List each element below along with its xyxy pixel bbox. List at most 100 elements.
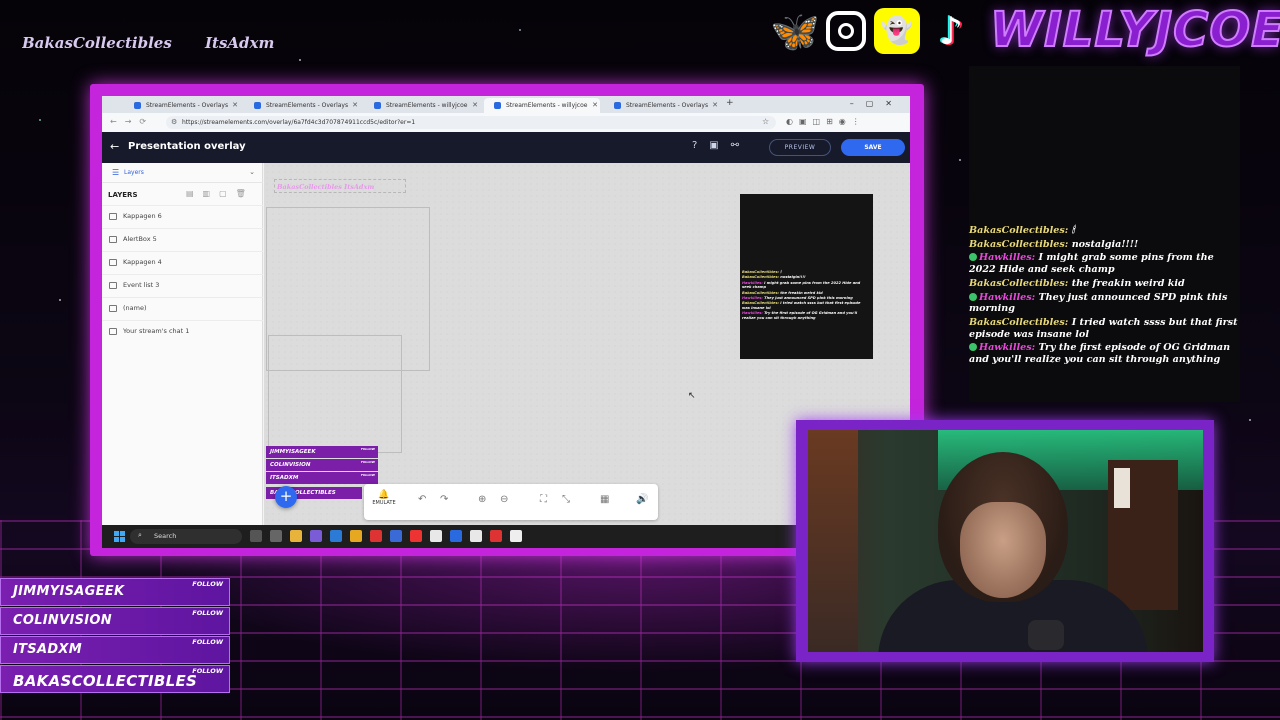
close-tab-icon[interactable]: ✕: [352, 101, 358, 109]
layer-icon: [109, 305, 117, 312]
app-icon[interactable]: [390, 530, 402, 542]
window-controls[interactable]: –▢✕: [850, 99, 904, 108]
app-icon[interactable]: [490, 530, 502, 542]
layer-icon: [109, 213, 117, 220]
chat-message: Hawkilles: Try the first episode of OG G…: [969, 342, 1231, 366]
preview-button[interactable]: PREVIEW: [769, 139, 831, 156]
ticker-item: BakasCollectibles: [22, 34, 172, 52]
doorway: [1114, 468, 1130, 508]
canvas-follow-row[interactable]: JIMMYISAGEEK FOLLOW: [266, 446, 378, 458]
collapse-icon[interactable]: ⤡: [562, 494, 570, 505]
zoom-in-icon[interactable]: ⊕: [478, 494, 486, 505]
browser-tab[interactable]: StreamElements - willyjcoe ✕: [364, 98, 480, 113]
snapchat-icon: 👻: [874, 8, 920, 54]
emulate-button[interactable]: 🔔 EMULATE: [366, 490, 402, 506]
follower-row: BAKASCOLLECTIBLES FOLLOW: [0, 665, 230, 693]
taskbar-apps: [250, 530, 522, 542]
layers-dropdown[interactable]: ☰ Layers ⌄: [102, 163, 263, 183]
chat-message: BakasCollectibles: 🕯: [969, 225, 1075, 236]
taskview-icon[interactable]: [250, 530, 262, 542]
nav-buttons[interactable]: ←→⟳: [110, 117, 154, 126]
app-icon[interactable]: [470, 530, 482, 542]
recent-followers: JIMMYISAGEEK FOLLOW COLINVISION FOLLOW ITS…: [0, 578, 230, 694]
app-icon[interactable]: [430, 530, 442, 542]
new-tab-icon[interactable]: +: [726, 98, 734, 108]
layers-heading: LAYERS: [108, 191, 138, 199]
chat-preview-line: BakasCollectibles: the freakin weird kid: [742, 290, 823, 295]
header-tool-icons[interactable]: ?▣⚯: [692, 140, 751, 151]
canvas-toolbar: 🔔 EMULATE ↶ ↷ ⊕ ⊖ ⛶ ⤡ ▦ 🔊: [364, 484, 658, 520]
layer-icon: [109, 259, 117, 266]
browser-tab-active[interactable]: StreamElements - willyjcoe ✕: [484, 98, 600, 113]
layer-item[interactable]: AlertBox 5: [102, 228, 263, 250]
close-tab-icon[interactable]: ✕: [712, 101, 718, 109]
bell-icon: 🔔: [378, 490, 390, 500]
bluesky-icon: 🦋: [770, 8, 820, 55]
close-tab-icon[interactable]: ✕: [472, 101, 478, 109]
app-icon[interactable]: [410, 530, 422, 542]
layer-item[interactable]: Kappagen 4: [102, 251, 263, 273]
layer-icon: [109, 236, 117, 243]
edge-icon[interactable]: [330, 530, 342, 542]
chat-preview-line: Hawkilles: I might grab some pins from t…: [742, 280, 861, 290]
menu-icon: ☰: [112, 168, 120, 177]
canvas-follow-row[interactable]: COLINVISION FOLLOW: [266, 459, 378, 471]
chrome-icon[interactable]: [350, 530, 362, 542]
site-info-icon[interactable]: ⚙: [171, 118, 177, 126]
chat-preview-line: BakasCollectibles: 🕯: [742, 270, 782, 274]
grid-icon[interactable]: ▦: [600, 494, 609, 505]
chat-preview-line: Hawkilles: They just announced SPD pink …: [742, 296, 853, 301]
layer-icon: [109, 328, 117, 335]
browser-tab[interactable]: StreamElements - Overlays ✕: [124, 98, 240, 113]
instagram-icon: [826, 11, 866, 51]
close-tab-icon[interactable]: ✕: [592, 101, 598, 109]
canvas-ticker-widget[interactable]: BakasCollectibles ItsAdxm: [274, 179, 406, 193]
layer-item[interactable]: Kappagen 6: [102, 205, 263, 227]
extension-icons[interactable]: ◐▣◫⊞◉⋮: [786, 117, 866, 126]
redo-icon[interactable]: ↷: [440, 494, 448, 505]
app-icon[interactable]: [510, 530, 522, 542]
folder-icon[interactable]: [290, 530, 302, 542]
save-button[interactable]: SAVE: [841, 139, 905, 156]
streamer-face: [960, 502, 1046, 598]
microphone: [1028, 620, 1064, 650]
zoom-out-icon[interactable]: ⊖: [500, 494, 508, 505]
mouse-cursor-icon: ↖: [688, 391, 696, 401]
layer-tool-icons[interactable]: ▤▥▢🗑: [186, 189, 255, 198]
app-icon[interactable]: [370, 530, 382, 542]
windows-taskbar: ⌕ Search: [102, 525, 910, 548]
layers-panel: ☰ Layers ⌄ LAYERS ▤▥▢🗑 Kappagen 6 AlertB…: [102, 163, 263, 525]
bookmark-star-icon[interactable]: ☆: [762, 117, 769, 126]
fit-screen-icon[interactable]: ⛶: [540, 494, 547, 505]
chat-preview-line: BakasCollectibles: nostalgia!!!!: [742, 275, 806, 280]
app-icon[interactable]: [310, 530, 322, 542]
screen-capture: StreamElements - Overlays ✕ StreamElement…: [102, 96, 910, 548]
streamer-handle: WILLYJCOE: [989, 1, 1280, 59]
tiktok-icon: ♪: [938, 9, 964, 53]
undo-icon[interactable]: ↶: [418, 494, 426, 505]
canvas-widget-box[interactable]: [268, 335, 402, 453]
follower-row: ITSADXM FOLLOW: [0, 636, 230, 664]
add-widget-button[interactable]: +: [275, 486, 297, 508]
layer-item[interactable]: Your stream's chat 1: [102, 320, 263, 342]
canvas-follow-row[interactable]: ITSADXM FOLLOW: [266, 472, 378, 484]
close-tab-icon[interactable]: ✕: [232, 101, 238, 109]
canvas-chat-widget[interactable]: BakasCollectibles: 🕯 BakasCollectibles: …: [740, 194, 873, 359]
windows-start-icon[interactable]: [114, 531, 125, 542]
chat-message: BakasCollectibles: the freakin weird kid: [969, 277, 1185, 289]
browser-tab[interactable]: StreamElements - Overlays ✕: [604, 98, 720, 113]
taskbar-search[interactable]: ⌕ Search: [130, 529, 242, 544]
camera-app-icon[interactable]: [270, 530, 282, 542]
social-icons: 🦋 👻 ♪: [770, 8, 974, 55]
layer-item[interactable]: (name): [102, 297, 263, 319]
browser-tab[interactable]: StreamElements - Overlays ✕: [244, 98, 360, 113]
layer-item[interactable]: Event list 3: [102, 274, 263, 296]
app-icon[interactable]: [450, 530, 462, 542]
search-icon: ⌕: [138, 531, 142, 539]
volume-icon[interactable]: 🔊: [636, 494, 648, 505]
badge-icon: [969, 292, 977, 301]
url-field[interactable]: ⚙ https://streamelements.com/overlay/6a7f…: [166, 116, 776, 129]
recent-events-ticker: BakasCollectibles ItsAdxm C: [22, 34, 292, 54]
back-arrow-icon[interactable]: ←: [110, 140, 119, 153]
ticker-item: ItsAdxm: [205, 34, 275, 52]
